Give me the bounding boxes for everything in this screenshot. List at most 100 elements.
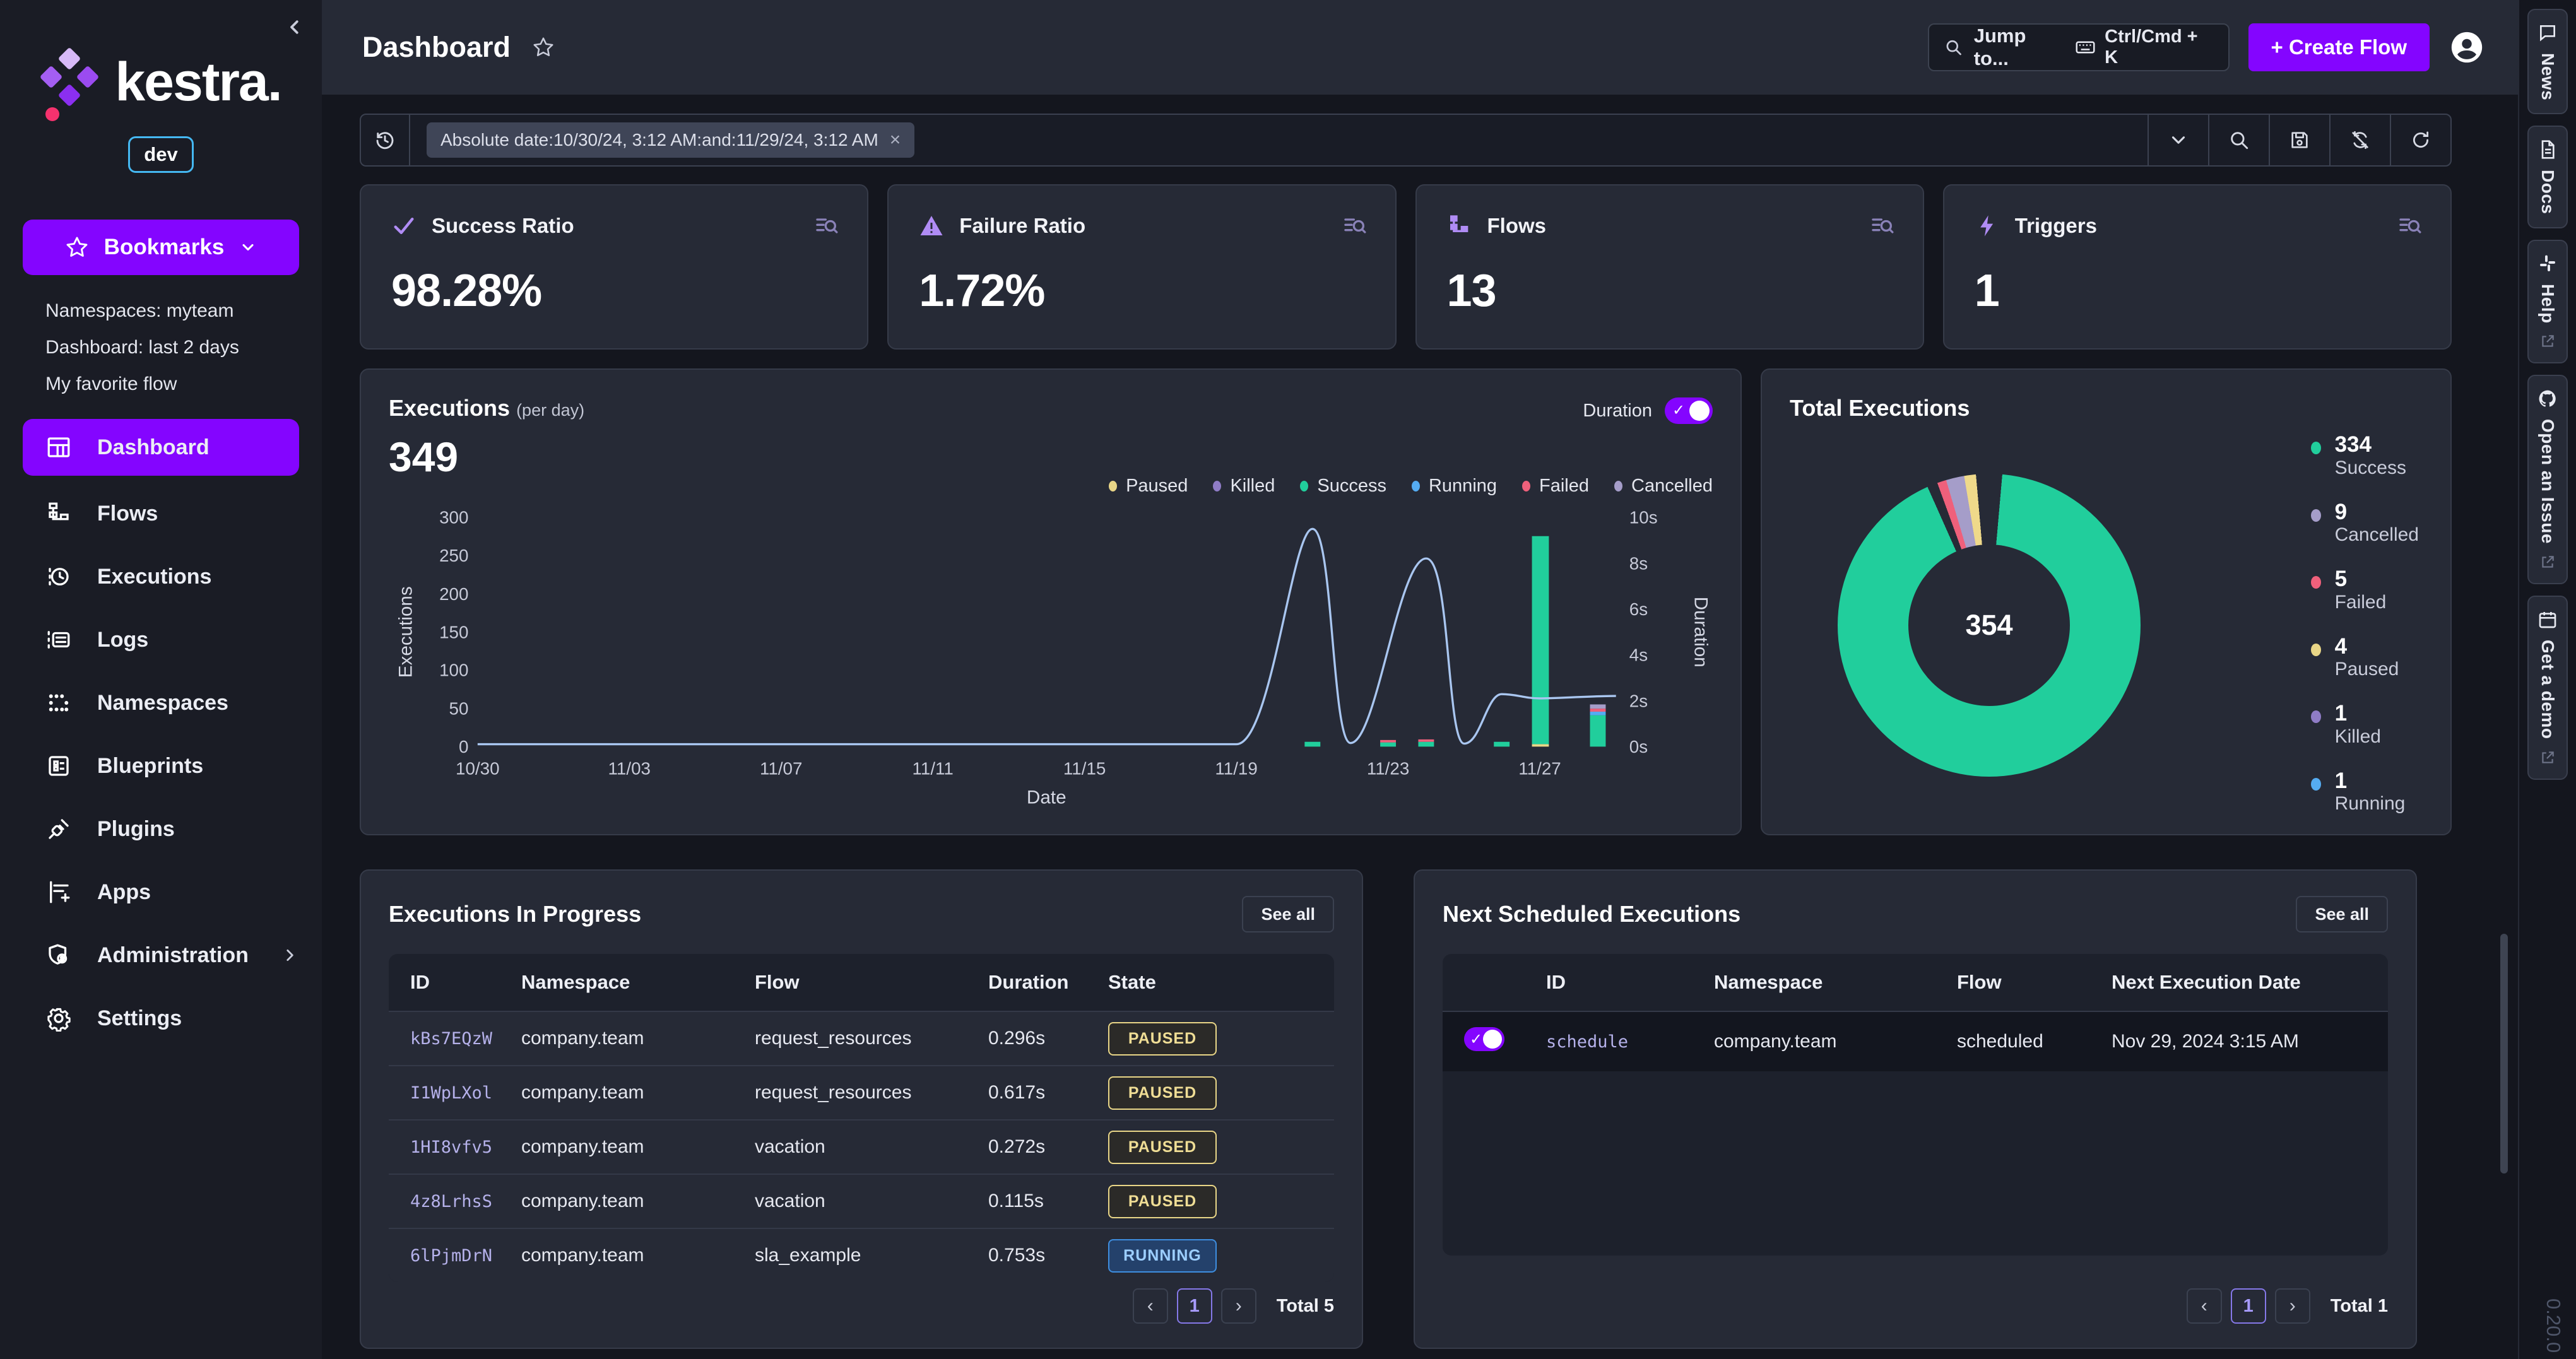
legend-item-killed[interactable]: Killed [1213,476,1275,497]
execution-id-link[interactable]: kBs7EQzW [389,1029,500,1049]
duration-toggle[interactable]: ✓ [1665,397,1713,424]
prev-page-button[interactable]: ‹ [2187,1288,2222,1324]
legend-item-cancelled[interactable]: 9Cancelled [2311,500,2419,546]
table-header-row: ID Namespace Flow Next Execution Date [1443,954,2388,1011]
scrollbar-thumb[interactable] [2500,934,2508,1174]
sidebar-collapse-button[interactable] [285,18,304,37]
dashboard-content: Absolute date:10/30/24, 3:12 AM:and:11/2… [322,95,2518,1349]
create-flow-button[interactable]: + Create Flow [2248,23,2430,71]
total-executions-legend: 334Success 9Cancelled 5Failed 4Paused 1K… [2311,433,2419,815]
sidebar-item-blueprints[interactable]: Blueprints [0,734,322,797]
sidebar-item-executions[interactable]: Executions [0,545,322,608]
sidebar-item-administration[interactable]: Administration [0,924,322,987]
news-button[interactable]: News [2527,9,2568,114]
execution-id-link[interactable]: 6lPjmDrN [389,1246,500,1266]
external-link-icon [2539,750,2556,766]
page-number-button[interactable]: 1 [2231,1288,2266,1324]
flows-icon [44,499,73,528]
prev-page-button[interactable]: ‹ [1133,1288,1168,1324]
sidebar-item-namespaces[interactable]: Namespaces [0,671,322,734]
sidebar-item-logs[interactable]: Logs [0,608,322,671]
list-search-icon[interactable] [814,213,839,238]
legend-item-success[interactable]: Success [1300,476,1386,497]
list-search-icon[interactable] [1342,213,1368,238]
table-row[interactable]: ✓ schedule company.team scheduled Nov 29… [1443,1011,2388,1071]
legend-item-failed[interactable]: 5Failed [2311,567,2419,613]
stat-card-success-ratio: Success Ratio 98.28% [360,184,868,350]
list-search-icon[interactable] [1870,213,1895,238]
filter-expand-button[interactable] [2148,115,2208,165]
sidebar-item-apps[interactable]: Apps [0,861,322,924]
see-all-button[interactable]: See all [2296,896,2388,932]
filter-search-button[interactable] [2208,115,2269,165]
administration-shield-icon [44,941,73,970]
table-row[interactable]: I1WpLXol company.team request_resources … [389,1065,1334,1119]
legend-item-paused[interactable]: Paused [1109,476,1188,497]
execution-id-link[interactable]: I1WpLXol [389,1083,500,1103]
bookmark-link-my-favorite-flow[interactable]: My favorite flow [0,366,322,403]
svg-text:11/27: 11/27 [1518,758,1561,778]
legend-item-failed[interactable]: Failed [1522,476,1589,497]
sidebar-item-settings[interactable]: Settings [0,987,322,1050]
shortcut-hint: Ctrl/Cmd + K [2075,26,2213,68]
search-icon [1944,38,1963,57]
filter-save-button[interactable] [2269,115,2329,165]
jump-to-search-input[interactable]: Jump to... Ctrl/Cmd + K [1928,23,2230,71]
kestra-logo: kestra. [0,49,322,115]
docs-button[interactable]: Docs [2527,126,2568,228]
list-search-icon[interactable] [2397,213,2423,238]
bookmark-link-namespaces-myteam[interactable]: Namespaces: myteam [0,293,322,329]
svg-text:Executions: Executions [395,586,416,678]
date-filter-chip[interactable]: Absolute date:10/30/24, 3:12 AM:and:11/2… [427,122,914,158]
next-page-button[interactable]: › [1221,1288,1256,1324]
dashboard-grid-icon [44,433,73,462]
legend-item-success[interactable]: 334Success [2311,433,2419,479]
close-icon[interactable]: × [890,129,901,151]
sidebar-item-dashboard[interactable]: Dashboard [23,419,299,476]
svg-text:11/07: 11/07 [760,758,802,778]
get-a-demo-button[interactable]: Get a demo [2527,596,2568,779]
table-row[interactable]: 6lPjmDrN company.team sla_example 0.753s… [389,1228,1334,1282]
help-slack-button[interactable]: Help [2527,240,2568,364]
legend-item-running[interactable]: 1Running [2311,769,2419,815]
svg-text:100: 100 [439,661,468,680]
trigger-id[interactable]: schedule [1525,1032,1693,1052]
favorite-page-star-button[interactable] [532,36,555,59]
svg-text:11/11: 11/11 [912,758,953,778]
bookmarks-button[interactable]: Bookmarks [23,220,299,275]
executions-chart: 0 50 100 150 200 250 300 0s 2s 4s 6s [389,505,1713,807]
executions-card-subtitle: (per day) [516,401,584,420]
sidebar-item-flows[interactable]: Flows [0,482,322,545]
executions-total: 349 [389,433,1713,481]
filter-refresh-button[interactable] [2390,115,2450,165]
chevron-down-icon [239,238,257,256]
namespaces-dots-icon [44,688,73,717]
legend-item-killed[interactable]: 1Killed [2311,702,2419,748]
table-row[interactable]: kBs7EQzW company.team request_resources … [389,1011,1334,1065]
trigger-enabled-toggle[interactable]: ✓ [1464,1027,1504,1051]
legend-item-paused[interactable]: 4Paused [2311,635,2419,681]
filter-history-button[interactable] [361,115,410,165]
star-icon [65,235,89,259]
sidebar-item-plugins[interactable]: Plugins [0,797,322,861]
table-row[interactable]: 4z8LrhsS company.team vacation 0.115s PA… [389,1174,1334,1228]
open-an-issue-button[interactable]: Open an Issue [2527,375,2568,584]
page-number-button[interactable]: 1 [1177,1288,1212,1324]
next-page-button[interactable]: › [2275,1288,2310,1324]
sidebar-item-label: Administration [97,943,249,968]
user-avatar[interactable] [2449,29,2485,66]
bookmark-link-dashboard-last-2-days[interactable]: Dashboard: last 2 days [0,329,322,366]
filter-actions [2148,115,2450,165]
legend-item-running[interactable]: Running [1412,476,1497,497]
svg-text:11/23: 11/23 [1367,758,1409,778]
legend-item-cancelled[interactable]: Cancelled [1614,476,1713,497]
sidebar-item-label: Flows [97,502,158,526]
pagination: ‹ 1 › Total 5 [1133,1288,1334,1324]
execution-id-link[interactable]: 4z8LrhsS [389,1192,500,1211]
see-all-button[interactable]: See all [1242,896,1334,932]
filter-auto-refresh-off-button[interactable] [2329,115,2390,165]
next-scheduled-executions-card: Next Scheduled Executions See all ID Nam… [1414,869,2417,1349]
executions-in-progress-card: Executions In Progress See all ID Namesp… [360,869,1363,1349]
table-row[interactable]: 1HI8vfv5 company.team vacation 0.272s PA… [389,1119,1334,1174]
execution-id-link[interactable]: 1HI8vfv5 [389,1138,500,1157]
